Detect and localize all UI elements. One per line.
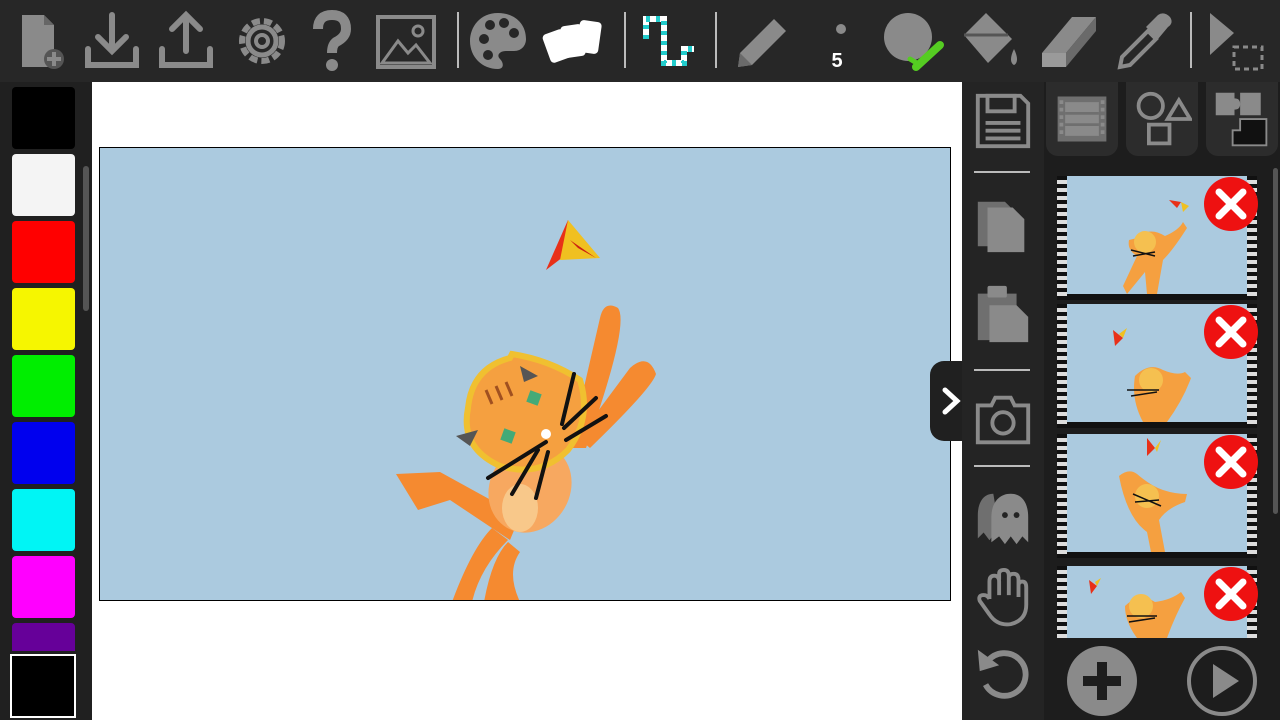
toolbar-separator xyxy=(457,12,459,68)
color-swatch-green[interactable] xyxy=(12,355,75,417)
palette-button[interactable] xyxy=(462,6,534,76)
tab-shapes[interactable] xyxy=(1126,82,1198,156)
animation-frame[interactable] xyxy=(1057,304,1259,428)
canvas-area xyxy=(92,82,962,720)
animation-frame[interactable] xyxy=(1057,434,1259,558)
download-button[interactable] xyxy=(76,6,148,76)
help-icon xyxy=(313,9,352,71)
color-swatch-yellow[interactable] xyxy=(12,288,75,350)
play-button[interactable] xyxy=(1185,644,1259,718)
brush-size-value: 5 xyxy=(831,50,843,72)
camera-button[interactable] xyxy=(968,384,1038,454)
paint-bucket-button[interactable] xyxy=(954,6,1026,76)
color-swatch-white[interactable] xyxy=(12,154,75,216)
shapes-icon xyxy=(1136,91,1192,146)
help-button[interactable] xyxy=(296,6,368,76)
delete-frame-button[interactable] xyxy=(1203,566,1259,622)
color-swatch-red[interactable] xyxy=(12,221,75,283)
toolbar-separator xyxy=(624,12,626,68)
pencil-button[interactable] xyxy=(726,6,798,76)
new-file-button[interactable] xyxy=(4,6,76,76)
animation-frame[interactable] xyxy=(1057,566,1259,638)
bucket-icon xyxy=(964,13,1017,65)
paste-button[interactable] xyxy=(968,278,1038,348)
side-separator xyxy=(974,465,1030,467)
hand-icon xyxy=(977,567,1029,627)
new-file-icon xyxy=(22,15,64,69)
undo-icon xyxy=(977,649,1029,699)
delete-frame-button[interactable] xyxy=(1203,176,1259,232)
frame-sprockets xyxy=(1057,176,1067,300)
cards-icon xyxy=(542,20,602,63)
eraser-icon xyxy=(1042,17,1096,67)
drawing-stage[interactable] xyxy=(99,147,951,601)
download-icon xyxy=(85,12,139,68)
add-frame-button[interactable] xyxy=(1065,644,1139,718)
butterfly-drawing xyxy=(546,220,600,270)
cards-button[interactable] xyxy=(536,6,608,76)
undo-button[interactable] xyxy=(968,638,1038,708)
fill-brush-button[interactable] xyxy=(876,6,948,76)
frames-scrollbar[interactable] xyxy=(1273,168,1278,514)
color-palette xyxy=(0,82,92,720)
color-swatch-cyan[interactable] xyxy=(12,489,75,551)
upload-button[interactable] xyxy=(150,6,222,76)
settings-button[interactable] xyxy=(226,6,298,76)
image-icon xyxy=(376,15,436,69)
delete-frame-button[interactable] xyxy=(1203,434,1259,490)
eyedropper-icon xyxy=(1117,13,1172,70)
side-separator xyxy=(974,171,1030,173)
animation-frame[interactable] xyxy=(1057,176,1259,300)
toolbar-separator xyxy=(715,12,717,68)
line-style-button[interactable] xyxy=(634,6,706,76)
copy-icon xyxy=(977,201,1025,253)
gear-icon xyxy=(239,18,285,64)
drawing-canvas[interactable] xyxy=(100,148,951,601)
copy-button[interactable] xyxy=(968,188,1038,258)
onion-skin-button[interactable] xyxy=(968,482,1038,552)
color-swatch-magenta[interactable] xyxy=(12,556,75,618)
delete-frame-button[interactable] xyxy=(1203,304,1259,360)
palette-scrollbar[interactable] xyxy=(83,166,89,311)
side-separator xyxy=(974,369,1030,371)
palette-icon xyxy=(470,13,526,69)
cat-drawing xyxy=(396,305,656,600)
current-color-swatch[interactable] xyxy=(10,654,76,718)
hand-tool-button[interactable] xyxy=(968,562,1038,632)
side-toolbar xyxy=(962,82,1044,720)
select-icon xyxy=(1210,13,1264,71)
eraser-button[interactable] xyxy=(1032,6,1104,76)
puzzle-icon xyxy=(1215,92,1268,147)
color-swatch-black[interactable] xyxy=(12,87,75,149)
ghost-icon xyxy=(977,493,1029,545)
select-button[interactable] xyxy=(1200,6,1272,76)
image-button[interactable] xyxy=(370,6,442,76)
upload-icon xyxy=(159,10,213,68)
tab-puzzle[interactable] xyxy=(1206,82,1278,156)
tab-frames[interactable] xyxy=(1046,82,1118,156)
pencil-icon xyxy=(738,19,786,67)
frames-panel xyxy=(1044,82,1280,720)
film-icon xyxy=(1057,96,1107,142)
color-swatch-blue[interactable] xyxy=(12,422,75,484)
camera-icon xyxy=(975,395,1031,445)
circle-brush-icon xyxy=(884,13,944,71)
toolbar-separator xyxy=(1190,12,1192,68)
frame-sprockets xyxy=(1057,304,1067,428)
save-button[interactable] xyxy=(968,86,1038,156)
frame-sprockets xyxy=(1057,434,1067,558)
eyedropper-button[interactable] xyxy=(1108,6,1180,76)
top-toolbar: 5 xyxy=(0,0,1280,82)
color-swatch-purple[interactable] xyxy=(12,623,75,651)
paste-icon xyxy=(977,285,1029,343)
squiggle-icon xyxy=(643,16,694,66)
frame-sprockets xyxy=(1057,566,1067,638)
save-icon xyxy=(975,93,1031,149)
chevron-right-icon xyxy=(942,387,961,415)
